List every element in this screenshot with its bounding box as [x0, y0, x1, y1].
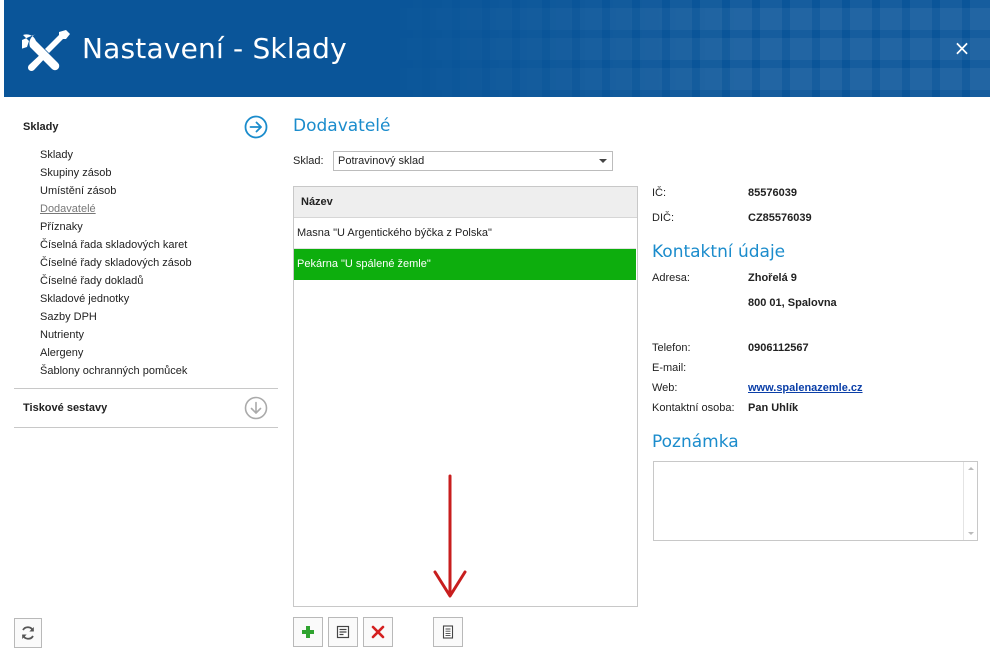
detail-button[interactable]	[433, 617, 463, 647]
tools-icon	[22, 30, 70, 72]
ic-value: 85576039	[748, 187, 797, 199]
grid-column-header-nazev[interactable]: Název	[294, 187, 637, 218]
chevron-down-icon	[599, 159, 607, 163]
note-text	[654, 462, 977, 470]
sklad-select[interactable]: Potravinový sklad	[333, 151, 613, 171]
arrow-right-circle-icon[interactable]	[244, 115, 268, 139]
phone-value: 0906112567	[748, 342, 809, 354]
sidebar-section-header-sklady[interactable]: Sklady	[14, 108, 278, 146]
document-icon	[442, 625, 454, 639]
dic-value: CZ85576039	[748, 212, 812, 224]
sidebar-item-umisteni-zasob[interactable]: Umístění zásob	[40, 182, 278, 200]
ic-label: IČ:	[652, 187, 667, 199]
web-link[interactable]: www.spalenazemle.cz	[748, 382, 863, 394]
note-section-title: Poznámka	[652, 432, 739, 452]
contact-person-value: Pan Uhlík	[748, 402, 799, 414]
sidebar-section-sklady: Sklady Sklady Skupiny zásob Umístění zás…	[14, 108, 278, 388]
address-line2: 800 01, Spalovna	[748, 297, 837, 309]
delete-button[interactable]	[363, 617, 393, 647]
edit-document-icon	[336, 625, 350, 639]
header-pattern	[370, 0, 990, 97]
sklad-label: Sklad:	[293, 155, 324, 167]
sidebar-items: Sklady Skupiny zásob Umístění zásob Doda…	[14, 146, 278, 388]
address-line1: Zhořelá 9	[748, 272, 797, 284]
arrow-down-circle-icon[interactable]	[244, 396, 268, 420]
annotation-arrow-icon	[433, 474, 467, 598]
sklad-select-value: Potravinový sklad	[338, 155, 425, 167]
plus-icon	[302, 626, 314, 638]
sidebar-section-label: Tiskové sestavy	[23, 402, 108, 414]
table-row[interactable]: Masna "U Argentického býčka z Polska"	[294, 218, 636, 249]
scroll-up-icon[interactable]	[968, 467, 974, 470]
sidebar-item-alergeny[interactable]: Alergeny	[40, 344, 278, 362]
edit-button[interactable]	[328, 617, 358, 647]
sidebar-item-ciselne-rady-zasob[interactable]: Číselné řady skladových zásob	[40, 254, 278, 272]
dic-label: DIČ:	[652, 212, 674, 224]
sidebar-item-nutrienty[interactable]: Nutrienty	[40, 326, 278, 344]
sidebar-item-ciselne-rady-dokladu[interactable]: Číselné řady dokladů	[40, 272, 278, 290]
email-label: E-mail:	[652, 362, 687, 374]
page-title: Dodavatelé	[293, 116, 391, 136]
sidebar-section-header-tiskove-sestavy[interactable]: Tiskové sestavy	[14, 389, 278, 427]
contact-section-title: Kontaktní údaje	[652, 242, 786, 262]
sidebar-section-label: Sklady	[23, 121, 59, 133]
refresh-icon	[22, 626, 34, 640]
sidebar-item-dodavatele[interactable]: Dodavatelé	[40, 200, 278, 218]
x-icon	[371, 625, 385, 639]
sidebar-divider	[14, 427, 278, 428]
table-row-selected[interactable]: Pekárna "U spálené žemle"	[294, 249, 636, 280]
sidebar-item-sklady[interactable]: Sklady	[40, 146, 278, 164]
note-textarea[interactable]	[653, 461, 978, 541]
contact-person-label: Kontaktní osoba:	[652, 402, 735, 414]
add-button[interactable]	[293, 617, 323, 647]
sidebar-item-ciselna-rada-karet[interactable]: Číselná řada skladových karet	[40, 236, 278, 254]
note-scrollbar[interactable]	[963, 462, 977, 540]
address-label: Adresa:	[652, 272, 690, 284]
window-title: Nastavení - Sklady	[82, 32, 347, 65]
sidebar-item-sazby-dph[interactable]: Sazby DPH	[40, 308, 278, 326]
window-header: Nastavení - Sklady ×	[4, 0, 990, 97]
settings-window: Nastavení - Sklady × Sklady Sklady Skupi…	[0, 0, 990, 658]
close-button[interactable]: ×	[952, 38, 972, 58]
scroll-down-icon[interactable]	[968, 532, 974, 535]
web-label: Web:	[652, 382, 678, 394]
sidebar-item-priznaky[interactable]: Příznaky	[40, 218, 278, 236]
sidebar-item-skladove-jednotky[interactable]: Skladové jednotky	[40, 290, 278, 308]
phone-label: Telefon:	[652, 342, 691, 354]
sidebar-section-tiskove-sestavy: Tiskové sestavy	[14, 389, 278, 427]
refresh-button[interactable]	[14, 618, 42, 648]
sidebar-item-skupiny-zasob[interactable]: Skupiny zásob	[40, 164, 278, 182]
sidebar-item-sablony-pomucek[interactable]: Šablony ochranných pomůcek	[40, 362, 278, 380]
sidebar: Sklady Sklady Skupiny zásob Umístění zás…	[14, 108, 278, 428]
